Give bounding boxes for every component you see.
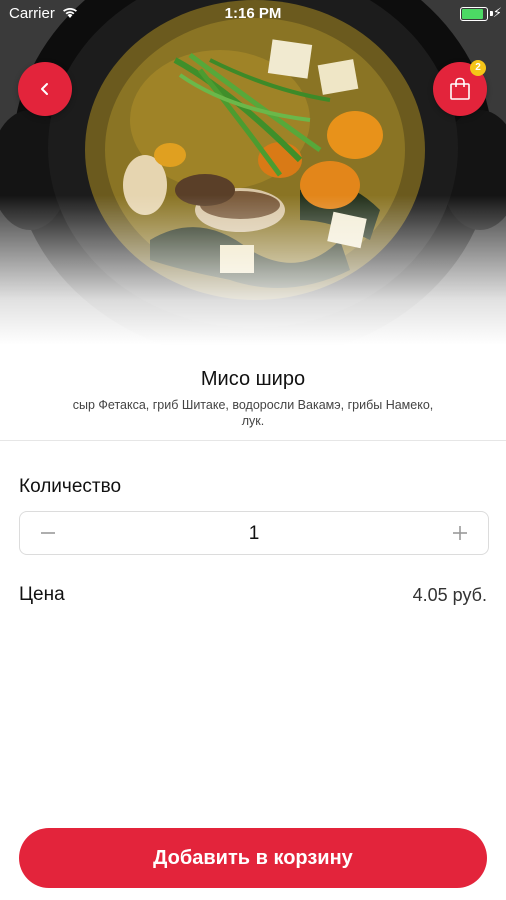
quantity-label: Количество (19, 476, 122, 497)
cart-button[interactable]: 2 (433, 60, 487, 116)
divider (0, 440, 506, 441)
increase-button[interactable] (432, 512, 488, 554)
battery-icon (460, 7, 488, 21)
clock: 1:16 PM (224, 5, 282, 22)
price-label: Цена (19, 584, 65, 605)
quantity-stepper: 1 (19, 511, 489, 555)
status-bar: Carrier 1:16 PM ⚡ (0, 0, 506, 28)
shopping-bag-icon (450, 77, 470, 100)
price-value: 4.05 руб. (412, 585, 487, 605)
chevron-left-icon (41, 83, 48, 95)
quantity-value: 1 (248, 523, 260, 544)
battery-level (462, 9, 483, 19)
cart-count-badge: 2 (470, 60, 486, 76)
hero-fade-overlay (0, 195, 506, 345)
product-image (0, 0, 506, 345)
plus-icon (453, 526, 467, 540)
back-button[interactable] (18, 62, 72, 116)
add-to-cart-button[interactable]: Добавить в корзину (19, 828, 487, 888)
product-title: Мисо широ (200, 368, 306, 390)
product-description: сыр Фетакса, гриб Шитаке, водоросли Вака… (72, 398, 434, 428)
charging-icon: ⚡ (492, 5, 502, 20)
